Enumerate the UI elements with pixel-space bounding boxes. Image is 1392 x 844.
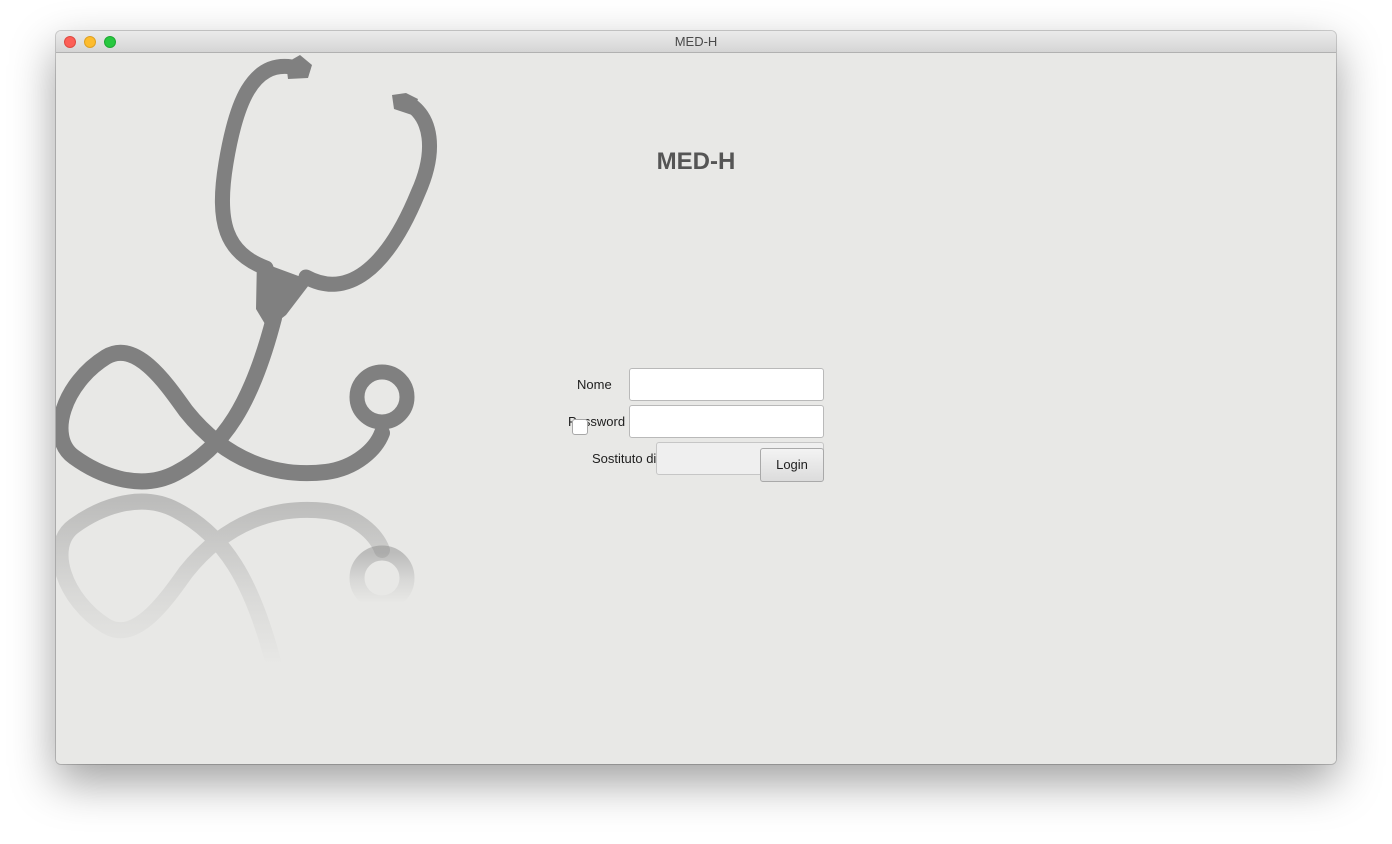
window-titlebar[interactable]: MED-H <box>56 31 1336 53</box>
login-panel: MED-H Nome Password Sostituto di Login <box>56 53 1336 764</box>
stethoscope-icon <box>56 55 437 673</box>
nome-field[interactable] <box>629 368 824 401</box>
window-title: MED-H <box>674 34 718 49</box>
app-title: MED-H <box>656 148 736 175</box>
sostituto-label: Sostituto di <box>592 451 657 466</box>
nome-label: Nome <box>577 377 612 392</box>
sostituto-checkbox[interactable] <box>572 419 588 435</box>
password-field[interactable] <box>629 405 824 438</box>
app-window: MED-H MED-H Nome Password Sostituto di L… <box>56 31 1336 764</box>
login-button[interactable]: Login <box>760 448 824 482</box>
